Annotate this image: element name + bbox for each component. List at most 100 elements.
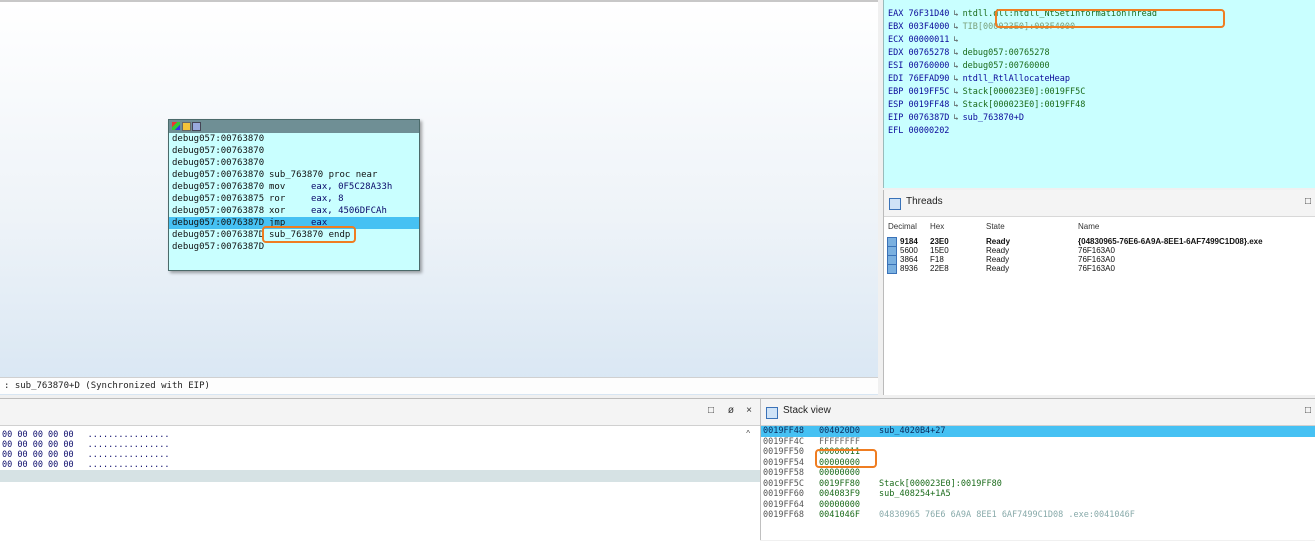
node-line-address[interactable]: debug057:00763875 [172, 194, 264, 204]
stack-row[interactable]: 0019FF48 004020D0 sub_4020B4+27 [761, 426, 1315, 437]
node-line-address[interactable]: debug057:00763870 [172, 170, 264, 180]
register-row[interactable]: EDI 76EFAD90 ↳ ntdll_RtlAllocateHeap [884, 73, 1315, 86]
graph-view[interactable]: debug057:00763870 debug057:00763870 debug0… [0, 0, 878, 395]
stack-address[interactable]: 0019FF64 [763, 500, 804, 511]
node-line[interactable]: debug057:00763870 [169, 133, 419, 145]
node-line-mnemonic[interactable]: mov [269, 181, 285, 193]
node-line-address[interactable]: debug057:00763870 [172, 146, 264, 156]
node-line[interactable]: debug057:00763870 [169, 145, 419, 157]
node-line[interactable]: debug057:00763870 [169, 157, 419, 169]
jump-arrow-icon[interactable]: ↳ [953, 48, 958, 58]
graph-node[interactable]: debug057:00763870 debug057:00763870 debug0… [168, 119, 420, 271]
node-line[interactable]: debug057:00763870 sub_763870 proc near [169, 169, 419, 181]
threads-header[interactable]: Threads □ [884, 190, 1315, 217]
jump-arrow-icon[interactable]: ↳ [953, 35, 958, 45]
col-hex[interactable]: Hex [930, 222, 944, 231]
general-registers-panel[interactable]: EAX 76F31D40 ↳ ntdll.dll:ntdll_NtSetInform… [883, 0, 1315, 188]
stack-view-panel[interactable]: Stack view □ 0019FF48 004020D0 sub_4020B4+… [760, 398, 1315, 540]
register-value[interactable]: 00000011 [908, 35, 949, 45]
register-value[interactable]: 00000202 [908, 126, 949, 136]
stack-comment[interactable]: Stack[000023E0]:0019FF80 [879, 479, 1002, 490]
register-target[interactable]: ntdll_RtlAllocateHeap [963, 74, 1070, 84]
hex-row[interactable]: 00 00 00 00 00................ [0, 430, 760, 440]
thread-row[interactable]: 5600 15E0 Ready 76F163A0 [884, 246, 1315, 256]
stack-row[interactable]: 0019FF68 0041046F 04830965 76E6 6A9A 8EE1 … [761, 510, 1315, 521]
stack-comment[interactable]: sub_408254+1A5 [879, 489, 951, 500]
node-line-address[interactable]: debug057:0076387D [172, 230, 264, 240]
register-value[interactable]: 003F4000 [908, 22, 949, 32]
col-name[interactable]: Name [1078, 222, 1099, 231]
stack-address[interactable]: 0019FF58 [763, 468, 804, 479]
hex-row[interactable]: 00 00 00 00 00................ [0, 440, 760, 450]
register-value[interactable]: 76EFAD90 [908, 74, 949, 84]
register-target[interactable]: debug057:00760000 [963, 61, 1050, 71]
stack-value[interactable]: 00000000 [819, 468, 860, 479]
hex-bytes[interactable]: 00 00 00 00 00 [2, 430, 74, 440]
jump-arrow-icon[interactable]: ↳ [953, 22, 958, 32]
stack-value[interactable]: FFFFFFFF [819, 437, 860, 448]
node-line-mnemonic[interactable]: ror [269, 193, 285, 205]
jump-arrow-icon[interactable]: ↳ [953, 61, 958, 71]
thread-row[interactable]: 9184 23E0 Ready {04830965-76E6-6A9A-8EE1-6A… [884, 237, 1315, 247]
register-row[interactable]: ESP 0019FF48 ↳ Stack[000023E0]:0019FF48 [884, 99, 1315, 112]
stack-value[interactable]: 004083F9 [819, 489, 860, 500]
hex-row[interactable]: 00 00 00 00 00................ [0, 450, 760, 460]
hex-scroll-up-icon[interactable]: ^ [746, 429, 750, 438]
stack-comment[interactable]: sub_4020B4+27 [879, 426, 946, 437]
node-line-address[interactable]: debug057:00763870 [172, 134, 264, 144]
stack-value[interactable]: 004020D0 [819, 426, 860, 437]
hex-view-panel[interactable]: □ ø × ^ 00 00 00 00 00................ 00… [0, 398, 760, 541]
register-row[interactable]: ECX 00000011 ↳ [884, 34, 1315, 47]
stack-address[interactable]: 0019FF68 [763, 510, 804, 521]
hex-bytes[interactable]: 00 00 00 00 00 [2, 440, 74, 450]
jump-arrow-icon[interactable]: ↳ [953, 74, 958, 84]
stack-address[interactable]: 0019FF60 [763, 489, 804, 500]
register-row[interactable]: EBP 0019FF5C ↳ Stack[000023E0]:0019FF5C [884, 86, 1315, 99]
jump-arrow-icon[interactable]: ↳ [953, 87, 958, 97]
register-value[interactable]: 00765278 [908, 48, 949, 58]
register-row[interactable]: EIP 0076387D ↳ sub_763870+D [884, 112, 1315, 125]
stack-value[interactable]: 0019FF80 [819, 479, 860, 490]
hex-ascii[interactable]: ................ [88, 430, 170, 440]
hex-ascii[interactable]: ................ [88, 460, 170, 470]
register-value[interactable]: 00760000 [908, 61, 949, 71]
node-line-address[interactable]: debug057:0076387D [172, 242, 264, 252]
register-target[interactable]: debug057:00765278 [963, 48, 1050, 58]
jump-arrow-icon[interactable]: ↳ [953, 113, 958, 123]
node-line[interactable]: debug057:00763875 ror eax, 8 [169, 193, 419, 205]
register-target[interactable]: sub_763870+D [963, 113, 1024, 123]
register-target[interactable]: Stack[000023E0]:0019FF48 [963, 100, 1086, 110]
hex-bytes[interactable]: 00 00 00 00 00 [2, 450, 74, 460]
thread-row[interactable]: 8936 22E8 Ready 76F163A0 [884, 264, 1315, 274]
stack-address[interactable]: 0019FF4C [763, 437, 804, 448]
node-line-operand[interactable]: eax, 8 [311, 193, 344, 205]
stack-row[interactable]: 0019FF60 004083F9 sub_408254+1A5 [761, 489, 1315, 500]
register-row[interactable]: EDX 00765278 ↳ debug057:00765278 [884, 47, 1315, 60]
stack-value[interactable]: 00000000 [819, 500, 860, 511]
node-line-mnemonic[interactable]: sub_763870 proc near [269, 169, 377, 181]
stack-address[interactable]: 0019FF5C [763, 479, 804, 490]
register-value[interactable]: 0019FF48 [908, 100, 949, 110]
node-group-icon[interactable] [192, 122, 201, 131]
node-line[interactable]: debug057:00763870 mov eax, 0F5C28A33h [169, 181, 419, 193]
stack-row[interactable]: 0019FF64 00000000 [761, 500, 1315, 511]
node-graph-icon[interactable] [182, 122, 191, 131]
hex-close-button[interactable]: × [746, 405, 752, 416]
node-line-mnemonic[interactable]: xor [269, 205, 285, 217]
node-line-operand[interactable]: eax, 0F5C28A33h [311, 181, 392, 193]
register-value[interactable]: 0076387D [908, 113, 949, 123]
node-line[interactable]: debug057:00763878 xor eax, 4506DFCAh [169, 205, 419, 217]
hex-ascii[interactable]: ................ [88, 450, 170, 460]
stack-row[interactable]: 0019FF58 00000000 [761, 468, 1315, 479]
node-line-address[interactable]: debug057:0076387D [172, 218, 264, 228]
stack-row[interactable]: 0019FF5C 0019FF80 Stack[000023E0]:0019FF80 [761, 479, 1315, 490]
stack-address[interactable]: 0019FF54 [763, 458, 804, 469]
thread-row[interactable]: 3864 F18 Ready 76F163A0 [884, 255, 1315, 265]
node-line-address[interactable]: debug057:00763870 [172, 158, 264, 168]
stack-value[interactable]: 0041046F [819, 510, 860, 521]
node-line-address[interactable]: debug057:00763870 [172, 182, 264, 192]
hex-selected-row[interactable] [0, 470, 760, 482]
threads-panel[interactable]: Threads □ Decimal Hex State Name 9184 23E… [883, 190, 1315, 395]
hex-ascii[interactable]: ................ [88, 440, 170, 450]
col-state[interactable]: State [986, 222, 1005, 231]
